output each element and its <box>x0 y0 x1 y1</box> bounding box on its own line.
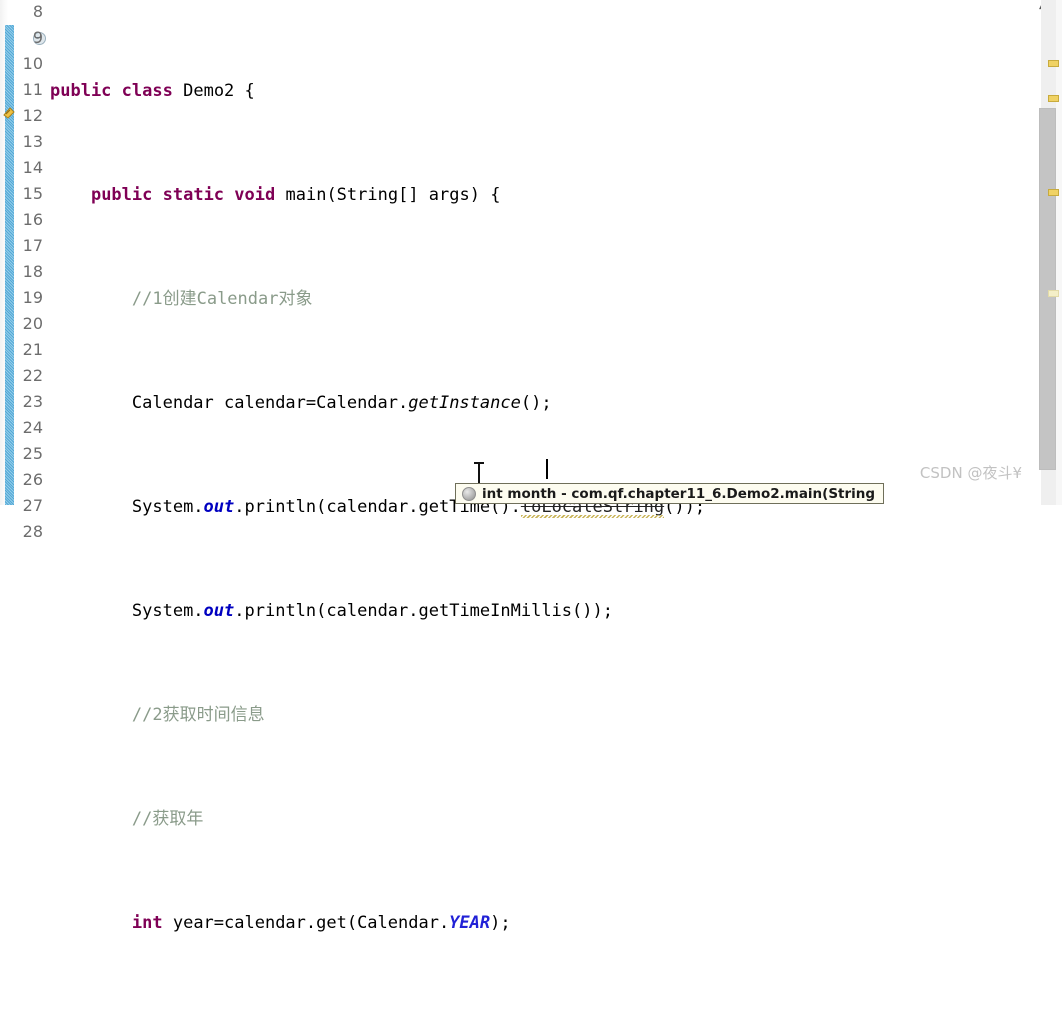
code-line-13[interactable]: System.out.println(calendar.getTimeInMil… <box>46 598 1034 624</box>
token-keyword: int <box>131 913 163 933</box>
code-line-11[interactable]: Calendar calendar=Calendar.getInstance()… <box>46 390 1034 416</box>
token-field-out: out <box>203 497 235 517</box>
line-number-23: 23 <box>22 392 43 411</box>
line-number-9: 9 <box>32 28 43 47</box>
ruler-marker-info[interactable] <box>1048 290 1059 297</box>
token-punct: (); <box>520 393 552 413</box>
ruler-marker-warning[interactable] <box>1048 60 1059 67</box>
ruler-marker-warning[interactable] <box>1048 189 1059 196</box>
token-constant: YEAR <box>449 913 491 933</box>
code-editor[interactable]: 8 9 10 11 12 13 14 15 16 17 18 19 20 21 22 23 24 25 26 27 28… <box>0 0 1062 933</box>
line-number-22: 22 <box>22 366 43 385</box>
text-caret <box>546 459 548 479</box>
token-assignment: year=calendar.get(Calendar. <box>162 913 450 933</box>
token-punct: ); <box>490 913 511 933</box>
tooltip-text: int month - com.qf.chapter11_6.Demo2.mai… <box>482 485 876 502</box>
line-number-24: 24 <box>22 418 43 437</box>
code-line-9[interactable]: public static void main(String[] args) { <box>46 182 1034 208</box>
token-field-out: out <box>203 601 235 621</box>
line-number-18: 18 <box>22 262 43 281</box>
hover-tooltip: int month - com.qf.chapter11_6.Demo2.mai… <box>455 483 885 504</box>
token-type: Calendar <box>131 393 214 413</box>
token-brace: { <box>234 81 255 101</box>
watermark: CSDN @夜斗¥ <box>919 464 1022 482</box>
token-method-signature: main(String[] args) { <box>285 185 501 205</box>
token-system: System. <box>131 601 204 621</box>
line-number-26: 26 <box>22 470 43 489</box>
token-keyword: public <box>90 185 153 205</box>
code-line-15[interactable]: //获取年 <box>46 806 1034 832</box>
line-number-14: 14 <box>22 158 43 177</box>
line-number-8: 8 <box>32 2 43 21</box>
line-number-25: 25 <box>22 444 43 463</box>
line-number-12: 12 <box>22 106 43 125</box>
editor-gutter[interactable]: 8 9 10 11 12 13 14 15 16 17 18 19 20 21 22 23 24 25 26 27 28 <box>0 0 46 541</box>
code-line-8[interactable]: public class Demo2 { <box>46 78 1034 104</box>
token-assignment: calendar=Calendar. <box>213 393 409 413</box>
local-variable-icon <box>462 486 476 501</box>
overview-ruler[interactable]: ▲▲ <box>1034 0 1062 505</box>
token-static-method: getInstance <box>408 393 521 413</box>
line-number-11: 11 <box>22 80 43 99</box>
token-keyword: void <box>234 185 276 205</box>
line-number-27: 27 <box>22 496 43 515</box>
code-line-14[interactable]: //2获取时间信息 <box>46 702 1034 728</box>
code-line-10[interactable]: //1创建Calendar对象 <box>46 286 1034 312</box>
line-number-19: 19 <box>22 288 43 307</box>
line-number-13: 13 <box>22 132 43 151</box>
token-keyword: public <box>50 81 112 101</box>
token-system: System. <box>131 497 204 517</box>
line-number-21: 21 <box>22 340 43 359</box>
token-type: Demo2 <box>183 81 235 101</box>
token-comment: //获取年 <box>131 809 204 829</box>
token-keyword: class <box>121 81 173 101</box>
line-number-15: 15 <box>22 184 43 203</box>
code-line-16[interactable]: int year=calendar.get(Calendar.YEAR); <box>46 910 1034 936</box>
token-println: .println( <box>234 601 327 621</box>
token-println: .println( <box>234 497 327 517</box>
line-number-10: 10 <box>22 54 43 73</box>
token-call: calendar.getTimeInMillis()); <box>326 601 613 621</box>
code-content[interactable]: public class Demo2 { public static void … <box>46 0 1034 933</box>
token-comment: //2获取时间信息 <box>131 705 265 725</box>
ruler-marker-warning[interactable] <box>1048 95 1059 102</box>
line-number-17: 17 <box>22 236 43 255</box>
scrollbar-thumb[interactable] <box>1039 108 1056 470</box>
token-keyword: static <box>162 185 225 205</box>
line-number-20: 20 <box>22 314 43 333</box>
token-comment: //1创建Calendar对象 <box>131 289 313 309</box>
line-number-28: 28 <box>22 522 43 541</box>
line-number-16: 16 <box>22 210 43 229</box>
